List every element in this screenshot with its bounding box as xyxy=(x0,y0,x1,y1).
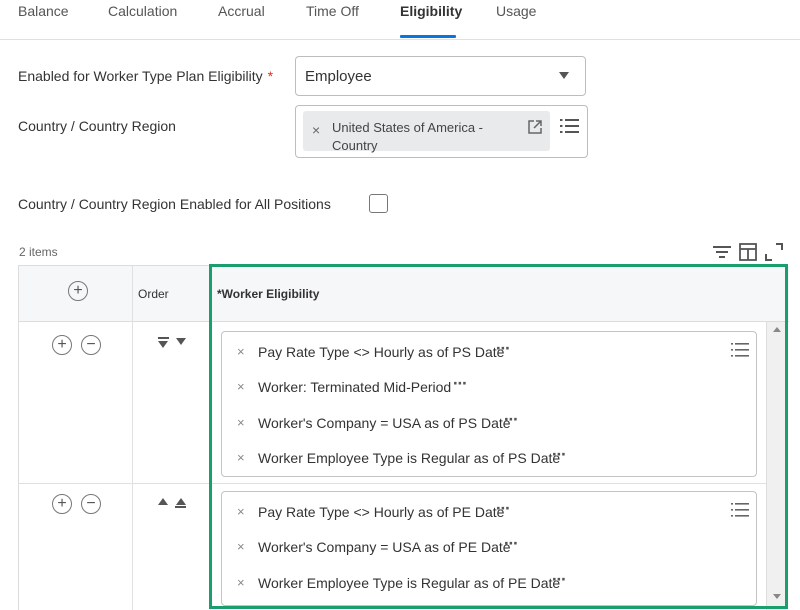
condition-text[interactable]: Pay Rate Type <> Hourly as of PS Date xyxy=(258,344,504,360)
move-up-icon[interactable] xyxy=(158,498,168,505)
more-icon[interactable]: ⋯ xyxy=(496,500,511,517)
remove-icon[interactable]: × xyxy=(237,344,245,359)
condition-text[interactable]: Worker's Company = USA as of PS Date xyxy=(258,415,511,431)
worker-type-label-text: Enabled for Worker Type Plan Eligibility xyxy=(18,68,263,84)
tab-usage[interactable]: Usage xyxy=(496,3,536,19)
all-positions-label: Country / Country Region Enabled for All… xyxy=(18,196,331,212)
row-divider xyxy=(19,483,767,484)
condition-text[interactable]: Pay Rate Type <> Hourly as of PE Date xyxy=(258,504,504,520)
required-mark: * xyxy=(267,68,274,84)
tab-accrual[interactable]: Accrual xyxy=(218,3,265,19)
remove-icon[interactable]: × xyxy=(237,379,245,394)
columns-icon[interactable] xyxy=(739,243,757,266)
remove-row-button[interactable]: − xyxy=(81,494,101,514)
country-pill-text[interactable]: United States of America - Country xyxy=(332,119,512,155)
condition-text[interactable]: Worker Employee Type is Regular as of PS… xyxy=(258,450,560,466)
column-divider xyxy=(132,266,133,610)
filter-icon[interactable] xyxy=(712,244,732,265)
conditions-box: × Pay Rate Type <> Hourly as of PE Date … xyxy=(221,491,757,606)
more-icon[interactable]: ⋯ xyxy=(504,535,519,552)
column-divider xyxy=(210,266,211,610)
add-row-button[interactable]: + xyxy=(52,335,72,355)
remove-pill-icon[interactable]: × xyxy=(312,122,320,138)
condition-text[interactable]: Worker Employee Type is Regular as of PE… xyxy=(258,575,560,591)
worker-type-select[interactable]: Employee xyxy=(295,56,586,96)
scroll-down-icon[interactable] xyxy=(773,594,781,599)
column-order: Order xyxy=(138,287,169,301)
country-pill: × United States of America - Country xyxy=(303,111,550,153)
more-icon[interactable]: ⋯ xyxy=(552,446,567,463)
tab-eligibility[interactable]: Eligibility xyxy=(400,3,462,19)
conditions-box: × Pay Rate Type <> Hourly as of PS Date … xyxy=(221,331,757,477)
move-down-icon[interactable] xyxy=(176,338,186,345)
country-label: Country / Country Region xyxy=(18,118,176,134)
list-prompt-icon[interactable] xyxy=(731,503,749,522)
worker-type-label: Enabled for Worker Type Plan Eligibility… xyxy=(18,68,273,84)
tab-time-off[interactable]: Time Off xyxy=(306,3,359,19)
move-to-top-bar xyxy=(175,506,186,508)
external-link-icon[interactable] xyxy=(528,120,542,139)
move-to-top-icon[interactable] xyxy=(176,498,186,505)
move-to-bottom-arrow xyxy=(158,341,168,348)
item-count: 2 items xyxy=(19,245,58,259)
more-icon[interactable]: ⋯ xyxy=(496,340,511,357)
remove-icon[interactable]: × xyxy=(237,450,245,465)
move-to-bottom-icon[interactable] xyxy=(158,337,169,339)
tab-bar: Balance Calculation Accrual Time Off Eli… xyxy=(0,0,800,40)
condition-text[interactable]: Worker: Terminated Mid-Period xyxy=(258,379,451,395)
grid-header: + Order *Worker Eligibility xyxy=(19,266,789,322)
list-prompt-icon[interactable] xyxy=(560,118,580,139)
remove-icon[interactable]: × xyxy=(237,504,245,519)
list-prompt-icon[interactable] xyxy=(731,343,749,362)
remove-icon[interactable]: × xyxy=(237,575,245,590)
remove-icon[interactable]: × xyxy=(237,539,245,554)
eligibility-grid: + Order *Worker Eligibility + − × Pay Ra… xyxy=(18,265,789,610)
chevron-down-icon xyxy=(559,72,569,79)
remove-row-button[interactable]: − xyxy=(81,335,101,355)
fullscreen-icon[interactable] xyxy=(765,243,783,266)
vertical-scrollbar[interactable] xyxy=(766,322,788,610)
country-multiselect[interactable]: × United States of America - Country xyxy=(295,105,588,158)
more-icon[interactable]: ⋯ xyxy=(504,411,519,428)
tab-calculation[interactable]: Calculation xyxy=(108,3,177,19)
more-icon[interactable]: ⋯ xyxy=(552,571,567,588)
condition-text[interactable]: Worker's Company = USA as of PE Date xyxy=(258,539,511,555)
more-icon[interactable]: ⋯ xyxy=(453,375,468,392)
column-worker-eligibility: *Worker Eligibility xyxy=(217,287,320,301)
worker-type-value: Employee xyxy=(305,68,372,85)
active-tab-indicator xyxy=(400,35,456,38)
remove-icon[interactable]: × xyxy=(237,415,245,430)
all-positions-checkbox[interactable] xyxy=(369,194,388,213)
tab-balance[interactable]: Balance xyxy=(18,3,69,19)
add-row-button[interactable]: + xyxy=(68,281,88,301)
scroll-up-icon[interactable] xyxy=(773,327,781,332)
add-row-button[interactable]: + xyxy=(52,494,72,514)
